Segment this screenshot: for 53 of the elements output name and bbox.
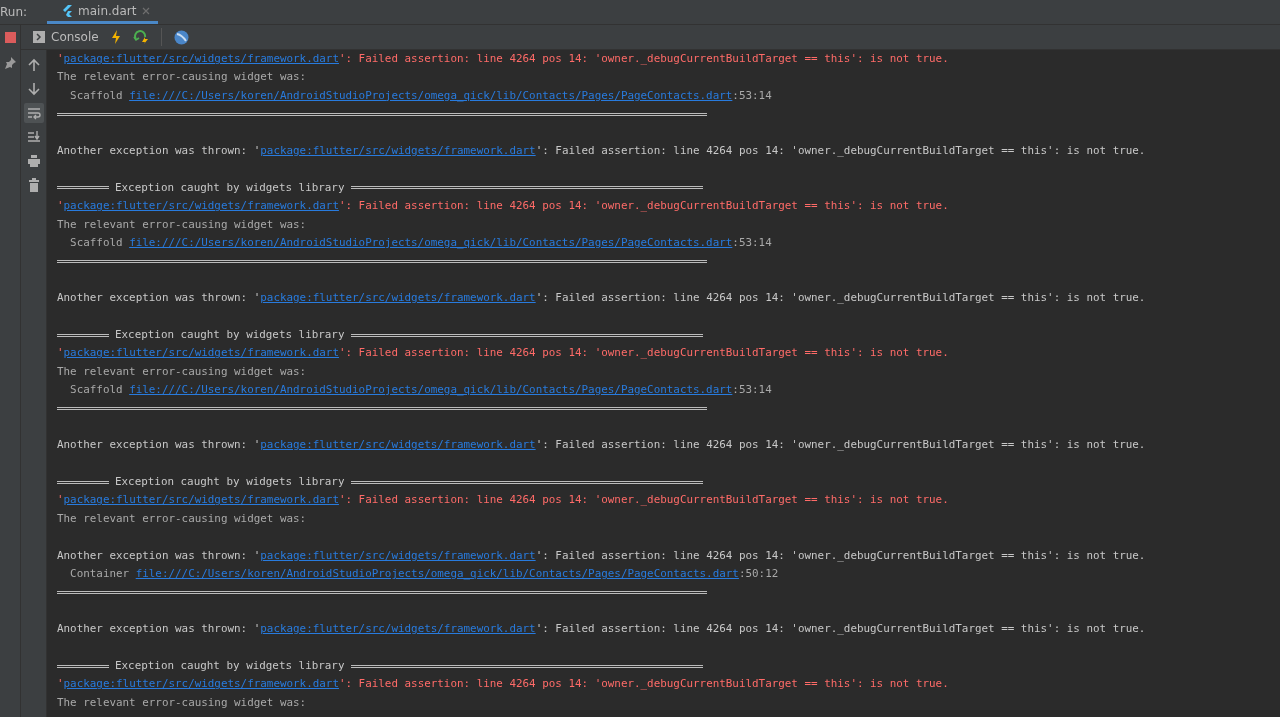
section-header: Exception caught by widgets library [115, 474, 345, 490]
error-line: 'package:flutter/src/widgets/framework.dart': Failed assertion: line 4264 pos 14: 'owner._debugCurrentBuildTarget == this': is not true. [57, 492, 950, 509]
file-link[interactable]: file:///C:/Users/koren/AndroidStudioProjects/omega_qick/lib/Contacts/Pages/PageContacts.dart [135, 566, 739, 580]
soft-wrap-button[interactable] [23, 103, 44, 123]
file-link[interactable]: file:///C:/Users/koren/AndroidStudioProjects/omega_qick/lib/Contacts/Pages/PageContacts.dart [129, 383, 733, 397]
error-line: 'package:flutter/src/widgets/framework.dart': Failed assertion: line 4264 pos 14: 'owner._debugCurrentBuildTarget == this': is not true. [57, 198, 950, 215]
console-line: The relevant error-causing widget was: [57, 694, 308, 711]
widget-line: Scaffold file:///C:/Users/koren/AndroidStudioProjects/omega_qick/lib/Contacts/Pages/PageContacts.dart:53:14 [69, 234, 773, 251]
file-link[interactable]: package:flutter/src/widgets/framework.dart [260, 622, 536, 636]
scroll-end-icon [26, 130, 41, 144]
printer-icon [26, 154, 41, 168]
wrap-icon [26, 106, 41, 120]
exception-line: Another exception was thrown: 'package:flutter/src/widgets/framework.dart': Failed assertion: line 4264 pos 14: 'owner._debugCurrentBuildTarget == this': is not true. [57, 547, 1147, 564]
file-link[interactable]: package:flutter/src/widgets/framework.dart [63, 52, 339, 65]
file-link[interactable]: file:///C:/Users/koren/AndroidStudioProjects/omega_qick/lib/Contacts/Pages/PageContacts.dart [129, 88, 733, 102]
section-header: Exception caught by widgets library [115, 657, 345, 674]
file-link[interactable]: package:flutter/src/widgets/framework.dart [63, 493, 339, 507]
console-line: The relevant error-causing widget was: [57, 216, 308, 233]
file-link[interactable]: package:flutter/src/widgets/framework.dart [63, 199, 339, 213]
up-arrow-icon [26, 58, 41, 72]
down-arrow-icon [26, 82, 41, 96]
pin-icon[interactable] [4, 57, 16, 69]
widget-line: Container file:///C:/Users/koren/AndroidStudioProjects/omega_qick/lib/Contacts/Pages/PageContacts.dart:50:12 [69, 565, 780, 582]
section-header: Exception caught by widgets library [115, 326, 345, 343]
flutter-icon [62, 4, 73, 17]
file-link[interactable]: file:///C:/Users/koren/AndroidStudioProjects/omega_qick/lib/Contacts/Pages/PageContacts.dart [129, 235, 733, 249]
file-link[interactable]: package:flutter/src/widgets/framework.dart [260, 548, 536, 562]
console-line: The relevant error-causing widget was: [57, 363, 308, 380]
console-icon [33, 31, 45, 43]
console-tab[interactable]: Console [33, 30, 99, 44]
file-link[interactable]: package:flutter/src/widgets/framework.dart [63, 346, 339, 360]
widget-line: Scaffold file:///C:/Users/koren/AndroidStudioProjects/omega_qick/lib/Contacts/Pages/PageContacts.dart:53:14 [69, 87, 773, 104]
section-header: Exception caught by widgets library [115, 179, 345, 196]
stop-icon[interactable] [4, 31, 16, 43]
error-line: 'package:flutter/src/widgets/framework.dart': Failed assertion: line 4264 pos 14: 'owner._debugCurrentBuildTarget == this': is not true. [57, 676, 950, 693]
file-link[interactable]: package:flutter/src/widgets/framework.dart [260, 143, 536, 157]
exception-line: Another exception was thrown: 'package:flutter/src/widgets/framework.dart': Failed assertion: line 4264 pos 14: 'owner._debugCurrentBuildTarget == this': is not true. [57, 621, 1147, 638]
run-label: Run: [0, 5, 29, 19]
file-link[interactable]: package:flutter/src/widgets/framework.dart [63, 677, 339, 691]
exception-line: Another exception was thrown: 'package:flutter/src/widgets/framework.dart': Failed assertion: line 4264 pos 14: 'owner._debugCurrentBuildTarget == this': is not true. [57, 142, 1147, 159]
lightning-icon[interactable] [110, 30, 121, 44]
console-line: The relevant error-causing widget was: [57, 69, 308, 86]
file-link[interactable]: package:flutter/src/widgets/framework.dart [260, 438, 536, 452]
restart-icon[interactable] [132, 30, 149, 44]
globe-icon[interactable] [173, 29, 189, 45]
file-link[interactable]: package:flutter/src/widgets/framework.dart [260, 291, 536, 305]
trash-icon [26, 178, 41, 192]
exception-line: Another exception was thrown: 'package:flutter/src/widgets/framework.dart': Failed assertion: line 4264 pos 14: 'owner._debugCurrentBuildTarget == this': is not true. [57, 290, 1147, 307]
error-line: 'package:flutter/src/widgets/framework.dart': Failed assertion: line 4264 pos 14: 'owner._debugCurrentBuildTarget == this': is not true. [57, 51, 950, 67]
error-line: 'package:flutter/src/widgets/framework.dart': Failed assertion: line 4264 pos 14: 'owner._debugCurrentBuildTarget == this': is not true. [57, 345, 950, 362]
exception-line: Another exception was thrown: 'package:flutter/src/widgets/framework.dart': Failed assertion: line 4264 pos 14: 'owner._debugCurrentBuildTarget == this': is not true. [57, 437, 1147, 454]
console-line: The relevant error-causing widget was: [57, 510, 308, 527]
widget-line: Scaffold file:///C:/Users/koren/AndroidStudioProjects/omega_qick/lib/Contacts/Pages/PageContacts.dart:53:14 [69, 382, 773, 399]
